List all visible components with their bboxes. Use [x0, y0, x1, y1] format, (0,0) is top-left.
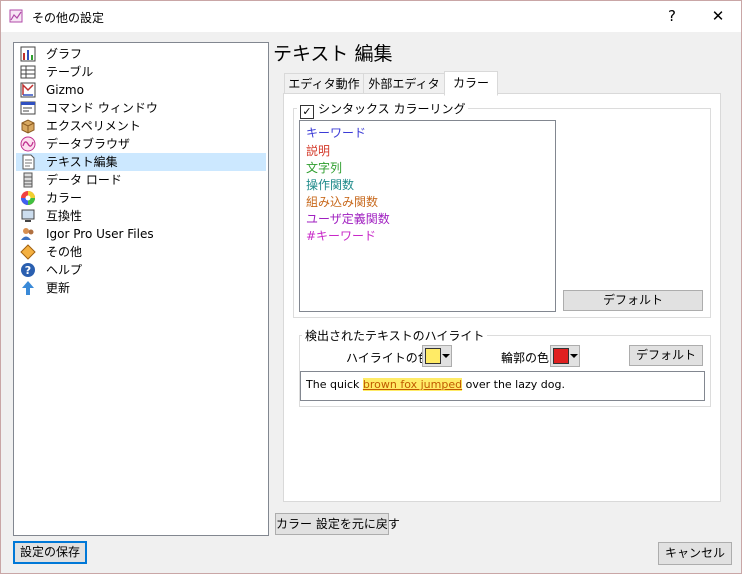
- sidebar-item-misc[interactable]: その他: [16, 243, 266, 261]
- tab-external-editor[interactable]: 外部エディタ: [363, 73, 445, 95]
- sidebar-item-label: ヘルプ: [46, 263, 83, 277]
- sidebar-item-label: エクスペリメント: [46, 119, 141, 133]
- list-item-builtin-function[interactable]: 組み込み関数: [306, 193, 378, 210]
- sidebar-item-label: データ ロード: [46, 173, 122, 187]
- outline-color-label: 輪郭の色: [501, 351, 550, 365]
- sidebar-item-text-edit[interactable]: テキスト編集: [16, 153, 266, 171]
- compatibility-icon: [21, 209, 35, 222]
- chevron-down-icon: [442, 354, 450, 358]
- help-button[interactable]: ?: [649, 1, 695, 32]
- sidebar-item-compatibility[interactable]: 互換性: [16, 207, 266, 225]
- command-window-icon: [20, 101, 36, 115]
- sample-text-before: The quick: [306, 378, 363, 391]
- update-icon: [22, 281, 34, 295]
- sample-text-after: over the lazy dog.: [462, 378, 565, 391]
- list-item-hash-keyword[interactable]: #キーワード: [306, 227, 376, 244]
- sidebar-item-graph[interactable]: グラフ: [16, 45, 266, 63]
- sidebar-item-command-window[interactable]: コマンド ウィンドウ: [16, 99, 266, 117]
- chevron-down-icon: [570, 354, 578, 358]
- preferences-window: その他の設定 ? ✕ グラフ テーブル Gizmo コマンド ウィンドウ エクス…: [0, 0, 742, 574]
- svg-text:?: ?: [25, 264, 31, 277]
- sidebar-item-table[interactable]: テーブル: [16, 63, 266, 81]
- outline-color-picker[interactable]: [550, 345, 580, 367]
- user-files-icon: [21, 228, 34, 240]
- cancel-button[interactable]: キャンセル: [658, 542, 732, 565]
- table-icon: [20, 65, 36, 79]
- sidebar-item-label: グラフ: [46, 47, 83, 61]
- sample-text-highlight: brown fox jumped: [362, 378, 463, 391]
- window-title: その他の設定: [32, 11, 105, 25]
- syntax-coloring-checkbox[interactable]: ✓: [300, 105, 314, 119]
- sidebar-item-label: コマンド ウィンドウ: [46, 101, 158, 115]
- sidebar-item-label: 互換性: [46, 209, 83, 223]
- syntax-coloring-legend: ✓ シンタックス カラーリング: [297, 100, 469, 119]
- close-button[interactable]: ✕: [695, 1, 741, 32]
- highlight-color-picker[interactable]: [422, 345, 452, 367]
- sidebar-item-color[interactable]: カラー: [16, 189, 266, 207]
- color-tab-panel: ✓ シンタックス カラーリング キーワード 説明 文字列 操作関数 組み込み関数 …: [283, 93, 721, 502]
- color-icon: [21, 191, 35, 205]
- highlight-default-button[interactable]: デフォルト: [629, 345, 703, 366]
- gizmo-icon: [20, 82, 36, 98]
- sidebar-item-user-files[interactable]: Igor Pro User Files: [16, 225, 266, 243]
- sidebar-item-gizmo[interactable]: Gizmo: [16, 81, 266, 99]
- sidebar-item-update[interactable]: 更新: [16, 279, 266, 297]
- sidebar-item-label: カラー: [46, 191, 83, 205]
- highlight-color-label: ハイライトの色: [346, 351, 430, 365]
- syntax-element-list: キーワード 説明 文字列 操作関数 組み込み関数 ユーザ定義関数 #キーワード: [299, 120, 556, 312]
- list-item-string[interactable]: 文字列: [306, 159, 342, 176]
- save-settings-button[interactable]: 設定の保存: [13, 541, 87, 564]
- sidebar-item-data-load[interactable]: データ ロード: [16, 171, 266, 189]
- sidebar-item-data-browser[interactable]: データブラウザ: [16, 135, 266, 153]
- highlight-group-legend: 検出されたテキストのハイライト: [302, 327, 488, 344]
- highlight-color-swatch: [425, 348, 441, 364]
- highlight-sample-text: The quick brown fox jumped over the lazy…: [300, 371, 705, 401]
- list-item-operation[interactable]: 操作関数: [306, 176, 354, 193]
- sidebar-item-experiment[interactable]: エクスペリメント: [16, 117, 266, 135]
- sidebar-item-label: テーブル: [46, 65, 94, 79]
- page-title: テキスト 編集: [273, 43, 393, 65]
- sidebar-item-label: 更新: [46, 281, 71, 295]
- data-browser-icon: [20, 136, 36, 152]
- app-icon: [9, 9, 23, 23]
- list-item-user-function[interactable]: ユーザ定義関数: [306, 210, 390, 227]
- list-item-keyword[interactable]: キーワード: [306, 124, 366, 141]
- outline-color-swatch: [553, 348, 569, 364]
- help-icon: ?: [21, 263, 35, 277]
- title-bar: その他の設定 ? ✕: [1, 1, 741, 32]
- sidebar-item-label: テキスト編集: [46, 155, 118, 169]
- data-load-icon: [23, 172, 33, 188]
- text-edit-icon: [22, 154, 35, 170]
- syntax-coloring-label: シンタックス カラーリング: [318, 102, 466, 116]
- reset-colors-button[interactable]: カラー 設定を元に戻す: [275, 513, 400, 535]
- category-list: グラフ テーブル Gizmo コマンド ウィンドウ エクスペリメント データブラ…: [13, 42, 269, 536]
- tab-editor-behavior[interactable]: エディタ動作: [284, 73, 364, 95]
- misc-icon: [20, 244, 36, 260]
- tab-color[interactable]: カラー: [444, 71, 498, 96]
- list-item-comment[interactable]: 説明: [306, 142, 330, 159]
- sidebar-item-label: Gizmo: [46, 83, 84, 97]
- sidebar-item-label: データブラウザ: [46, 137, 131, 151]
- syntax-default-button[interactable]: デフォルト: [563, 290, 703, 311]
- sidebar-item-label: その他: [46, 245, 83, 259]
- sidebar-item-label: Igor Pro User Files: [46, 227, 154, 241]
- experiment-icon: [21, 119, 35, 134]
- sidebar-item-help[interactable]: ? ヘルプ: [16, 261, 266, 279]
- graph-icon: [20, 46, 36, 62]
